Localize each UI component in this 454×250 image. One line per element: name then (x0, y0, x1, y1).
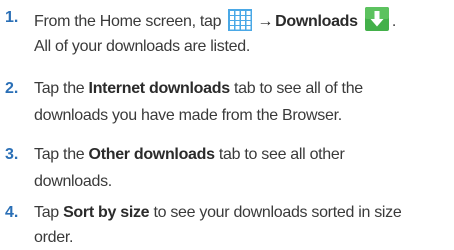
step-text-pre: Tap the (34, 146, 85, 163)
step-bold-term: Downloads (275, 13, 358, 30)
step-line: Tap the Internet downloads tab to see al… (34, 78, 449, 99)
arrow-glyph: → (257, 13, 274, 30)
step-text: Tap Sort by size to see your downloads s… (34, 202, 449, 248)
step-text-post: . (391, 13, 397, 30)
step-bold-term: Sort by size (63, 204, 150, 221)
step-text-post: tab to see all of the (233, 80, 363, 97)
download-arrow-icon (364, 7, 389, 37)
step-line-2: All of your downloads are listed. (34, 38, 250, 55)
step-line: Tap the Other downloads tab to see all o… (34, 144, 449, 165)
step-line: From the Home screen, tap → Downloads . (34, 7, 449, 31)
step-line-2: downloads. (34, 173, 112, 190)
step-text-pre: Tap (34, 204, 59, 221)
step-bold-term: Other downloads (88, 146, 215, 163)
apps-grid-icon (228, 9, 253, 37)
step-text-post: tab to see all other (218, 146, 345, 163)
step-text-pre: Tap the (34, 80, 85, 97)
step-text: Tap the Other downloads tab to see all o… (34, 144, 449, 192)
step-text: Tap the Internet downloads tab to see al… (34, 78, 449, 126)
step-text: From the Home screen, tap → Downloads . … (34, 7, 449, 57)
step-number: 1. (5, 9, 19, 26)
step-bold-term: Internet downloads (88, 80, 231, 97)
step-number: 2. (5, 80, 19, 97)
step-text-pre: From the Home screen, tap (34, 13, 222, 30)
step-line-2: order. (34, 229, 74, 246)
step-line: Tap Sort by size to see your downloads s… (34, 202, 449, 223)
step-text-post: to see your downloads sorted in size (153, 204, 402, 221)
step-number: 3. (5, 146, 19, 163)
step-line-2: downloads you have made from the Browser… (34, 107, 342, 124)
step-number: 4. (5, 204, 19, 221)
